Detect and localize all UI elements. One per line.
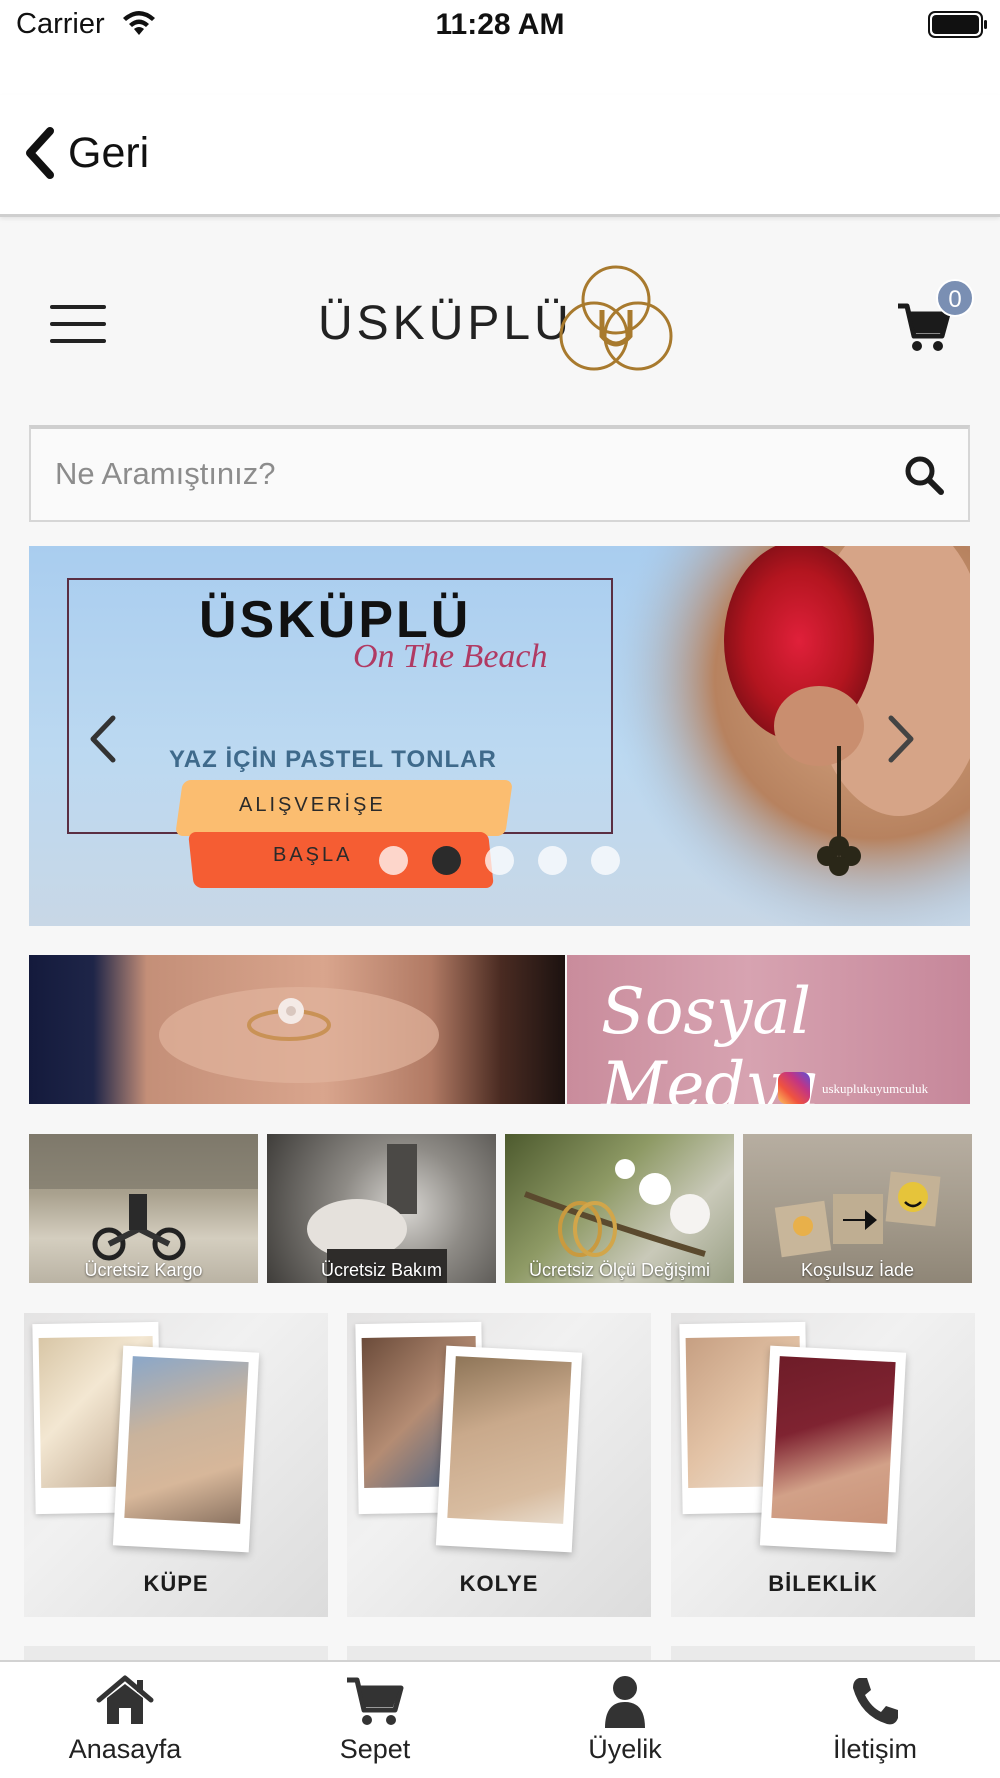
slider-next-icon[interactable] bbox=[883, 712, 919, 766]
feature-label: Koşulsuz İade bbox=[800, 1260, 915, 1280]
category-bracelets[interactable]: BİLEKLİK bbox=[671, 1313, 975, 1617]
hero-subtitle: On The Beach bbox=[353, 638, 548, 675]
search-icon[interactable] bbox=[903, 454, 945, 496]
slider-dot[interactable] bbox=[591, 846, 620, 875]
bottom-tab-bar: Anasayfa Sepet Üyelik İletişim bbox=[0, 1660, 1000, 1778]
chevron-left-icon bbox=[26, 127, 54, 179]
feature-label: Ücretsiz Kargo bbox=[84, 1260, 203, 1280]
social-media-banner[interactable]: Sosyal Medya uskuplukuyumculuk bbox=[567, 955, 970, 1104]
cta-label-line2: BAŞLA bbox=[273, 844, 353, 866]
ring-photo bbox=[159, 987, 439, 1083]
user-icon bbox=[605, 1676, 645, 1728]
cta-label-line1: ALIŞVERİŞE bbox=[239, 794, 386, 816]
back-label: Geri bbox=[68, 128, 150, 177]
cart-icon bbox=[347, 1677, 404, 1725]
menu-line bbox=[50, 305, 106, 309]
tab-home[interactable]: Anasayfa bbox=[0, 1662, 250, 1778]
back-button[interactable]: Geri bbox=[22, 123, 149, 183]
category-label: KOLYE bbox=[459, 1571, 539, 1596]
cart-count-badge: 0 bbox=[936, 279, 974, 317]
tab-membership[interactable]: Üyelik bbox=[500, 1662, 750, 1778]
instagram-icon bbox=[778, 1072, 810, 1104]
navigation-bar: Geri bbox=[0, 95, 1000, 217]
category-label: BİLEKLİK bbox=[768, 1571, 878, 1596]
category-necklaces[interactable]: KOLYE bbox=[347, 1313, 651, 1617]
menu-line bbox=[50, 339, 106, 343]
hero-shop-button[interactable]: ALIŞVERİŞE BAŞLA bbox=[175, 780, 513, 896]
feature-label: Ücretsiz Ölçü Değişimi bbox=[528, 1260, 711, 1280]
slider-dot[interactable] bbox=[379, 846, 408, 875]
category-label: KÜPE bbox=[143, 1571, 209, 1596]
feature-free-shipping[interactable]: Ücretsiz Kargo bbox=[29, 1134, 258, 1283]
category-earrings[interactable]: KÜPE bbox=[24, 1313, 328, 1617]
phone-icon bbox=[853, 1678, 898, 1725]
tab-contact[interactable]: İletişim bbox=[750, 1662, 1000, 1778]
ring-promo-banner[interactable] bbox=[29, 955, 565, 1104]
slider-prev-icon[interactable] bbox=[85, 712, 121, 766]
hero-slider[interactable]: ÜSKÜPLÜ On The Beach YAZ İÇİN PASTEL TON… bbox=[29, 546, 970, 926]
polaroid-photo bbox=[112, 1345, 260, 1553]
slider-dot[interactable] bbox=[538, 846, 567, 875]
polaroid-photo bbox=[759, 1345, 907, 1553]
polaroid-photo bbox=[435, 1345, 583, 1553]
slider-dot[interactable] bbox=[432, 846, 461, 875]
tab-label: Sepet bbox=[339, 1734, 411, 1764]
hero-tagline: YAZ İÇİN PASTEL TONLAR bbox=[169, 746, 497, 773]
feature-free-maintenance[interactable]: Ücretsiz Bakım bbox=[267, 1134, 496, 1283]
tab-label: Anasayfa bbox=[68, 1734, 182, 1764]
tab-label: İletişim bbox=[832, 1734, 917, 1764]
app-screen: Carrier 11:28 AM Geri ÜSKÜPLÜ 0 Ne Aramı… bbox=[0, 0, 1000, 1778]
clock: 11:28 AM bbox=[435, 8, 565, 41]
search-input[interactable] bbox=[55, 429, 875, 519]
feature-label: Ücretsiz Bakım bbox=[320, 1260, 443, 1280]
slider-dot[interactable] bbox=[485, 846, 514, 875]
social-handle: uskuplukuyumculuk bbox=[822, 1081, 929, 1096]
slider-pagination bbox=[379, 846, 644, 875]
status-bar: Carrier 11:28 AM bbox=[0, 0, 1000, 95]
search-bar bbox=[29, 425, 970, 522]
logo-emblem-icon bbox=[559, 265, 673, 371]
home-icon bbox=[96, 1675, 154, 1724]
feature-free-returns[interactable]: Koşulsuz İade bbox=[743, 1134, 972, 1283]
battery-icon bbox=[928, 11, 987, 38]
tab-label: Üyelik bbox=[588, 1734, 662, 1764]
logo-text: ÜSKÜPLÜ bbox=[318, 297, 573, 350]
brand-logo[interactable]: ÜSKÜPLÜ bbox=[318, 262, 688, 384]
hamburger-menu-button[interactable] bbox=[50, 305, 106, 345]
menu-line bbox=[50, 322, 106, 326]
tab-cart[interactable]: Sepet bbox=[250, 1662, 500, 1778]
feature-free-resize[interactable]: Ücretsiz Ölçü Değişimi bbox=[505, 1134, 734, 1283]
